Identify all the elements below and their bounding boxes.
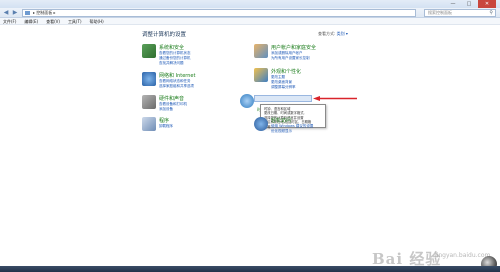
menu-tools[interactable]: 工具(T) [68, 18, 82, 24]
page-title: 调整计算机的设置 [142, 32, 187, 38]
category-clock-region-title-highlight[interactable]: 时钟、语言和区域 [254, 95, 312, 112]
category-hardware-sound[interactable]: 硬件和声音 查看设备和打印机 添加设备 [142, 95, 242, 115]
arrow-right-icon: ▶ [12, 9, 18, 16]
back-button[interactable]: ◀ [2, 9, 10, 17]
search-input[interactable]: 搜索控制面板 ⚲ [424, 9, 496, 17]
view-by-value[interactable]: 类别 ▾ [337, 31, 348, 36]
category-title[interactable]: 硬件和声音 [159, 95, 184, 102]
view-by-label: 查看方式: [318, 31, 336, 36]
category-system-security[interactable]: 系统和安全 查看您的计算机状态 通过备份您的计算机 查找并解决问题 [142, 44, 242, 70]
users-icon [254, 44, 268, 58]
shield-icon [142, 44, 156, 58]
taskbar[interactable] [0, 266, 500, 272]
arrow-left-icon: ◀ [3, 9, 9, 16]
view-by-control[interactable]: 查看方式: 类别 ▾ [318, 31, 348, 37]
globe-network-icon [142, 72, 156, 86]
category-link[interactable]: 添加设备 [159, 107, 173, 112]
accessibility-icon [254, 117, 268, 131]
category-title[interactable]: 程序 [159, 117, 169, 124]
menu-help[interactable]: 帮助(H) [90, 18, 104, 24]
category-title[interactable]: 网络和 Internet [159, 72, 195, 79]
menu-bar: 文件(F) 编辑(E) 查看(V) 工具(T) 帮助(H) [0, 18, 500, 25]
maximize-button[interactable]: □ [462, 0, 476, 8]
category-network[interactable]: 网络和 Internet 查看网络状态和任务 选择家庭组和共享选项 [142, 72, 242, 92]
address-input[interactable]: ▸ 控制面板 ▸ [22, 9, 416, 17]
red-arrow-annotation [313, 96, 357, 101]
category-link[interactable]: 查找并解决问题 [159, 61, 184, 66]
forward-button[interactable]: ▶ [11, 9, 19, 17]
printer-icon [142, 95, 156, 109]
category-link[interactable]: 为所有用户设置家长控制 [271, 56, 310, 61]
category-user-accounts[interactable]: 用户帐户和家庭安全 添加或删除用户帐户 为所有用户设置家长控制 [254, 44, 364, 66]
close-button[interactable]: ✕ [478, 0, 496, 8]
category-link[interactable]: 选择家庭组和共享选项 [159, 84, 194, 89]
display-personalize-icon [254, 68, 268, 82]
address-path: ▸ 控制面板 ▸ [33, 10, 56, 15]
search-placeholder: 搜索控制面板 [428, 10, 452, 15]
menu-file[interactable]: 文件(F) [3, 18, 16, 24]
title-bar: — □ ✕ [0, 0, 500, 8]
category-appearance[interactable]: 外观和个性化 更改主题 更改桌面背景 调整屏幕分辨率 [254, 68, 364, 92]
minimize-button[interactable]: — [446, 0, 460, 8]
category-link[interactable]: 优化视频显示 [271, 129, 292, 134]
category-title[interactable]: 外观和个性化 [271, 68, 301, 75]
menu-edit[interactable]: 编辑(E) [24, 18, 38, 24]
category-ease-of-access[interactable]: 轻松访问 使用 Windows 建议的设置 优化视频显示 [254, 117, 364, 137]
menu-view[interactable]: 查看(V) [46, 18, 60, 24]
window-controls: — □ ✕ [446, 0, 496, 8]
clock-globe-icon [240, 94, 254, 108]
magnifier-icon[interactable]: ⚲ [489, 10, 493, 16]
control-panel-icon [25, 11, 30, 15]
category-programs[interactable]: 程序 卸载程序 [142, 117, 242, 133]
category-link[interactable]: 调整屏幕分辨率 [271, 85, 296, 90]
category-title[interactable]: 轻松访问 [271, 117, 291, 124]
address-bar: ◀ ▶ ▸ 控制面板 ▸ 搜索控制面板 ⚲ [0, 8, 500, 18]
category-title[interactable]: 用户帐户和家庭安全 [271, 44, 316, 51]
category-link[interactable]: 卸载程序 [159, 124, 173, 129]
programs-icon [142, 117, 156, 131]
category-title[interactable]: 系统和安全 [159, 44, 184, 51]
